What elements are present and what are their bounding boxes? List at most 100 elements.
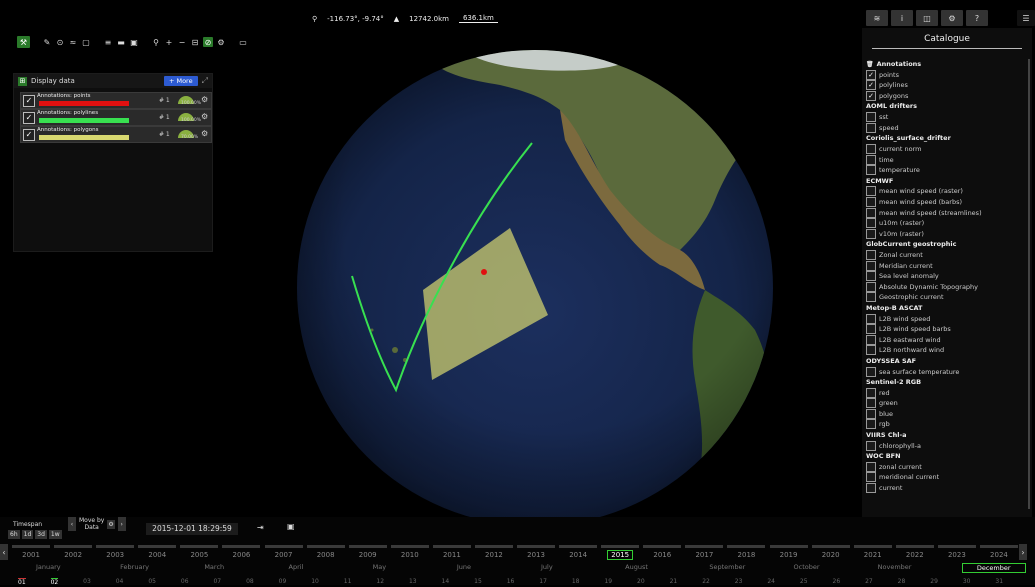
day-item[interactable]: 07 [213,578,221,585]
rectangle-icon[interactable]: ▢ [81,37,91,47]
catalogue-checkbox[interactable] [866,387,876,398]
day-item[interactable]: 13 [409,578,417,585]
catalogue-checkbox[interactable] [866,408,876,419]
catalogue-item[interactable]: zonal current [866,461,1026,473]
month-item[interactable]: September [709,563,745,571]
catalogue-item[interactable]: Geostrophic current [866,292,1026,303]
day-item[interactable]: 28 [898,578,906,585]
timespan-option[interactable]: 3d [35,530,47,539]
day-item[interactable]: 22 [702,578,710,585]
catalogue-checkbox[interactable] [866,165,876,176]
year-item[interactable]: 2009 [348,545,387,559]
catalogue-checkbox[interactable] [866,334,876,345]
catalogue-group[interactable]: GlobCurrent geostrophic [866,239,1026,250]
layer-settings-icon[interactable]: ⚙ [201,112,208,121]
catalogue-item[interactable]: red [866,387,1026,398]
catalogue-checkbox[interactable] [866,207,876,218]
circle-icon[interactable]: ⊙ [55,37,65,47]
year-item[interactable]: 2001 [12,545,51,559]
catalogue-checkbox[interactable] [866,324,876,335]
catalogue-group[interactable]: Coriolis_surface_drifter [866,133,1026,144]
catalogue-checkbox[interactable] [866,313,876,324]
catalogue-group[interactable]: AOML drifters [866,101,1026,112]
moveby-gear-icon[interactable]: ⚙ [107,519,115,529]
year-item[interactable]: 2023 [937,545,976,559]
month-item[interactable]: April [289,563,304,571]
catalogue-checkbox[interactable] [866,366,876,377]
window-icon[interactable]: ◫ [916,10,938,26]
catalogue-checkbox[interactable]: ✓ [866,80,876,91]
catalogue-item[interactable]: chlorophyll-a [866,440,1026,451]
timespan-option[interactable]: 1w [48,530,62,539]
day-item[interactable]: 14 [442,578,450,585]
day-item[interactable]: 03 [83,578,91,585]
catalogue-item[interactable]: Meridian current [866,260,1026,271]
day-item[interactable]: 11 [344,578,352,585]
catalogue-group[interactable]: 🗑 Annotations [866,59,1026,70]
catalogue-checkbox[interactable] [866,271,876,282]
day-item[interactable]: 18 [572,578,580,585]
year-item[interactable]: 2021 [853,545,892,559]
catalogue-item[interactable]: Sea level anomaly [866,271,1026,282]
timespan-option[interactable]: 6h [8,530,20,539]
day-item[interactable]: 06 [181,578,189,585]
catalogue-item[interactable]: blue [866,408,1026,420]
moveby-value[interactable]: Data [85,524,99,531]
catalogue-item[interactable]: mean wind speed (streamlines) [866,207,1026,218]
catalogue-group[interactable]: ODYSSEA SAF [866,356,1026,367]
year-item[interactable]: 2002 [54,545,93,559]
month-item[interactable]: December [961,563,1026,573]
catalogue-checkbox[interactable] [866,461,876,472]
year-item[interactable]: 2007 [264,545,303,559]
day-item[interactable]: 12 [376,578,384,585]
zoom-icon[interactable]: ⚲ [151,37,161,47]
folder-icon[interactable]: ▬ [116,37,126,47]
ruler-icon[interactable]: ⊟ [190,37,200,47]
day-item[interactable]: 15 [474,578,482,585]
year-item[interactable]: 2005 [180,545,219,559]
panel-icon[interactable]: ▭ [238,37,248,47]
catalogue-item[interactable]: current [866,483,1026,494]
gear-icon[interactable]: ⚙ [941,10,963,26]
day-item[interactable]: 17 [539,578,547,585]
day-item[interactable]: 26 [833,578,841,585]
month-item[interactable]: March [204,563,224,571]
day-item[interactable]: 08 [246,578,254,585]
catalogue-item[interactable]: L2B northward wind [866,345,1026,356]
catalogue-item[interactable]: meridional current [866,472,1026,483]
list-icon[interactable]: ☰ [1017,10,1035,26]
plus-icon[interactable]: + [164,37,174,47]
catalogue-group[interactable]: WOC BFN [866,451,1026,462]
catalogue-item[interactable]: v10m (raster) [866,228,1026,240]
catalogue-checkbox[interactable] [866,260,876,271]
layer-row[interactable]: ✓ Annotations: polylines # 1 100.00% ⚙ [20,109,212,126]
year-item[interactable]: 2011 [432,545,471,559]
catalogue-checkbox[interactable] [866,249,876,260]
catalogue-checkbox[interactable] [866,398,876,409]
catalogue-checkbox[interactable] [866,112,876,123]
day-item[interactable]: 05 [148,578,156,585]
day-item[interactable]: 16 [507,578,515,585]
expand-icon[interactable]: ⤢ [202,76,208,86]
map-tools-icon[interactable]: ⚒ [17,36,30,48]
month-item[interactable]: June [457,563,471,571]
catalogue-checkbox[interactable] [866,292,876,303]
catalogue-item[interactable]: mean wind speed (raster) [866,186,1026,197]
layer-row[interactable]: ✓ Annotations: polygons # 1 70.00% ⚙ [20,126,212,143]
year-item[interactable]: 2014 [559,545,598,559]
catalogue-item[interactable]: green [866,398,1026,409]
catalogue-group[interactable]: Metop-B ASCAT [866,303,1026,314]
layer-checkbox[interactable]: ✓ [23,95,35,107]
catalogue-item[interactable]: Zonal current [866,249,1026,261]
day-item[interactable]: 09 [279,578,287,585]
catalogue-scrollbar[interactable] [1028,59,1030,509]
catalogue-checkbox[interactable] [866,197,876,208]
catalogue-item[interactable]: sst [866,112,1026,123]
save-icon[interactable]: ▣ [129,37,139,47]
year-item[interactable]: 2022 [895,545,934,559]
layers-icon[interactable]: ≡ [103,37,113,47]
pencil-icon[interactable]: ✎ [42,37,52,47]
catalogue-item[interactable]: time [866,154,1026,165]
catalogue-checkbox[interactable] [866,440,876,451]
minus-icon[interactable]: − [177,37,187,47]
